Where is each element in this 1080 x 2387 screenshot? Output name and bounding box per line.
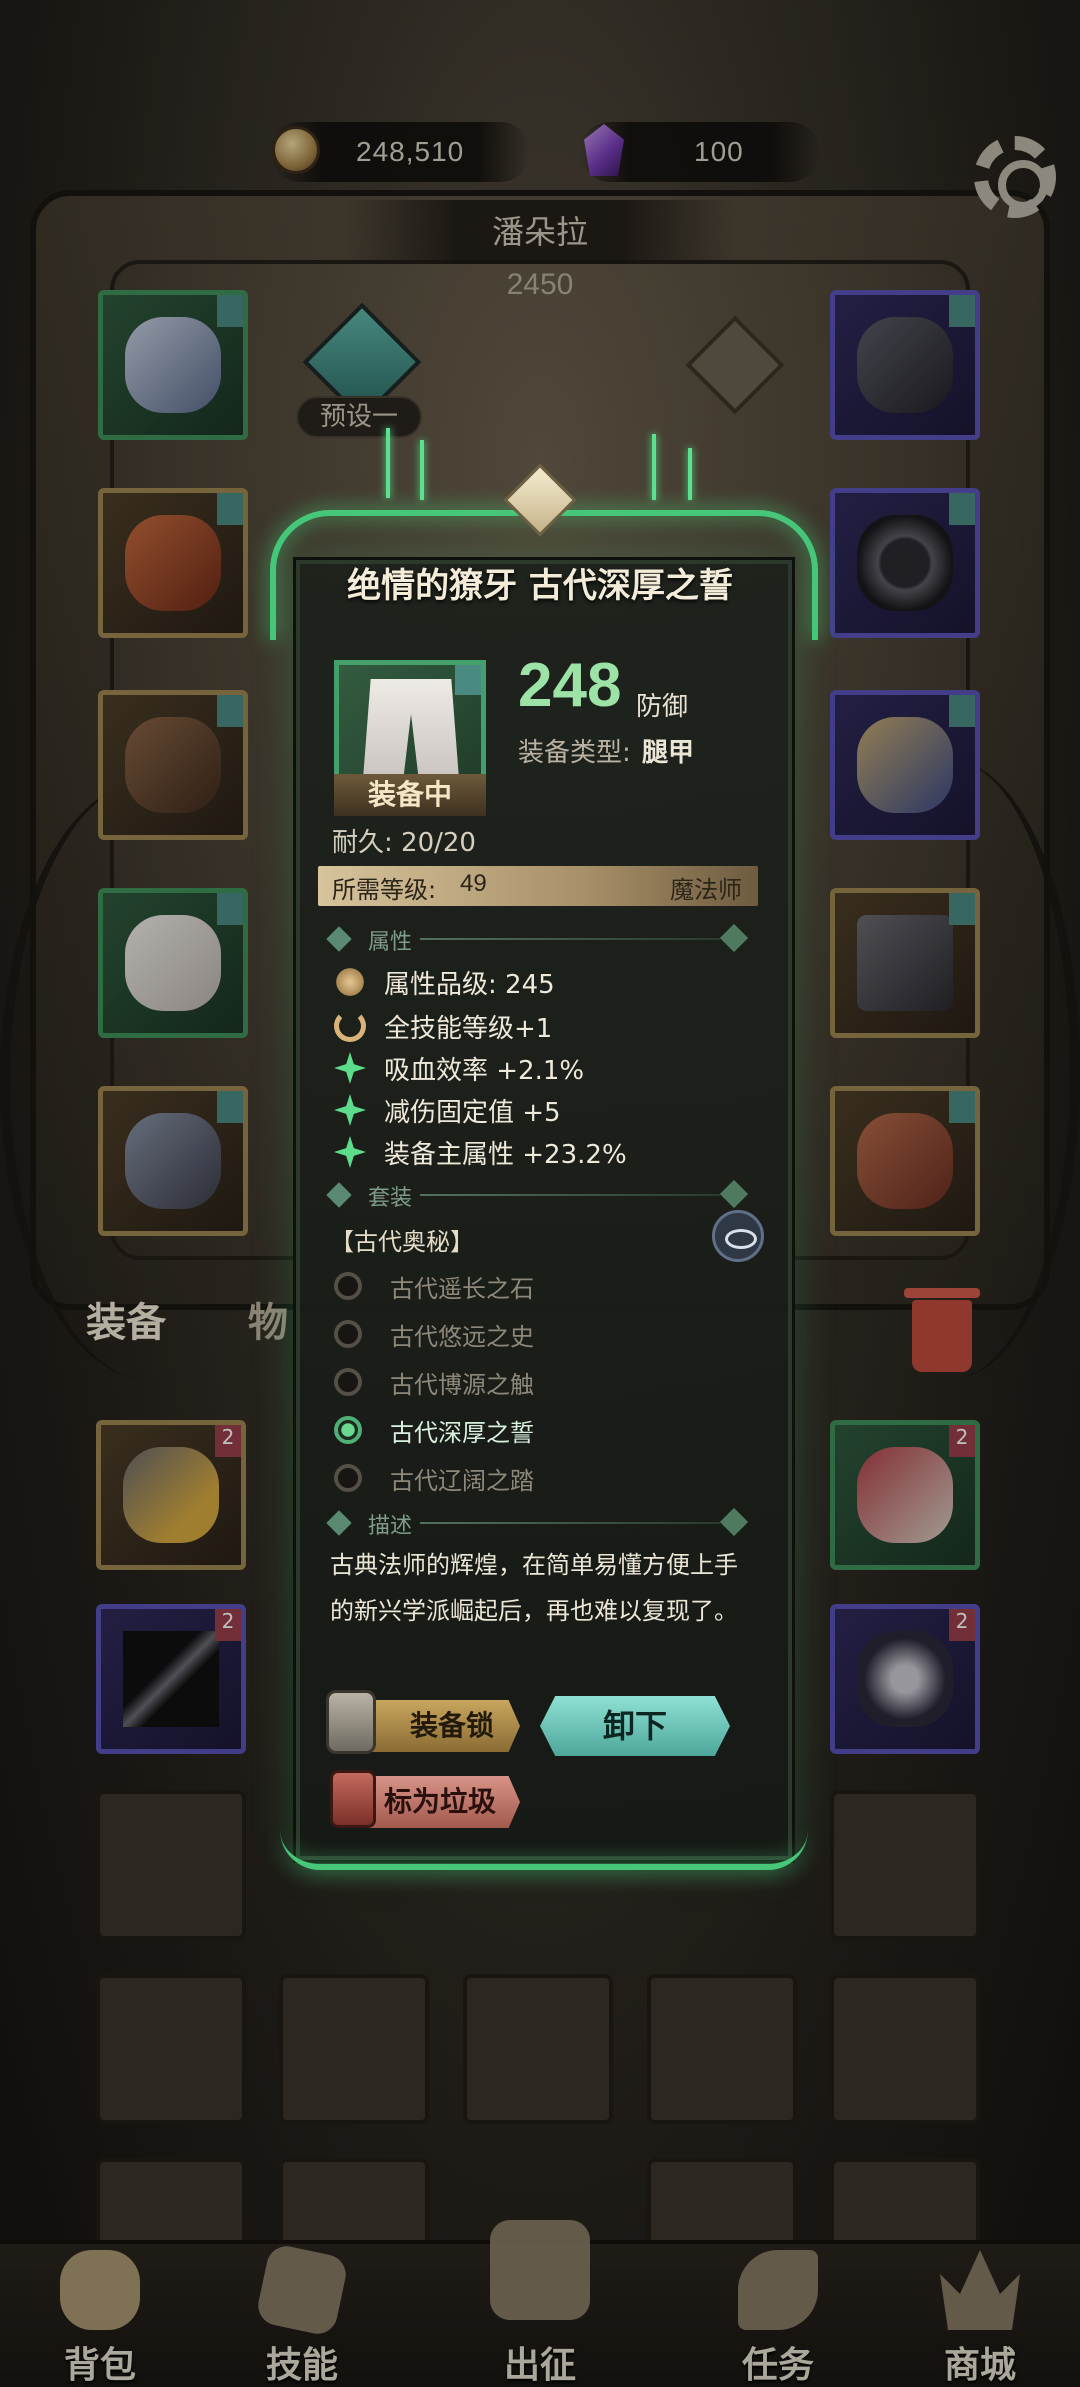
set-piece: 古代博源之触 (334, 1362, 534, 1402)
set-piece-name: 古代遥长之石 (390, 1274, 534, 1303)
section-title: 属性 (368, 930, 413, 955)
attribute-row: 减伤固定值 +5 (334, 1090, 561, 1130)
eye-icon[interactable] (712, 1210, 764, 1262)
defense-unit: 防御 (636, 692, 689, 722)
set-piece: 古代悠远之史 (334, 1314, 534, 1354)
unequip-button[interactable]: 卸下 (540, 1696, 730, 1756)
equip-type-label: 装备类型: (518, 738, 631, 768)
diamond-icon (719, 1179, 749, 1209)
diamond-icon (719, 1507, 749, 1537)
diamond-icon (326, 1510, 352, 1536)
glow-spike (386, 428, 390, 498)
section-attributes: 属性 (326, 923, 750, 955)
item-description: 古典法师的辉煌，在简单易懂方便上手的新兴学派崛起后，再也难以复现了。 (330, 1551, 738, 1625)
section-description: 描述 (326, 1507, 750, 1539)
slot-tag (455, 665, 481, 695)
white-pants-icon (363, 679, 459, 779)
equip-type-value: 腿甲 (642, 738, 695, 768)
attribute-text: 吸血效率 +2.1% (384, 1055, 585, 1086)
glow-spike (688, 448, 692, 500)
sparkle-icon (334, 1094, 366, 1126)
radio-dot (334, 1464, 362, 1492)
sparkle-icon (334, 1052, 366, 1084)
lock-icon (326, 1690, 376, 1754)
attribute-text: 全技能等级+1 (384, 1013, 553, 1044)
section-title: 套装 (368, 1186, 413, 1211)
set-piece-active: 古代深厚之誓 (334, 1410, 534, 1450)
required-class: 魔法师 (670, 876, 742, 904)
set-piece-name: 古代悠远之史 (390, 1322, 534, 1351)
set-piece: 古代遥长之石 (334, 1266, 534, 1306)
divider (420, 1194, 720, 1196)
radio-dot-active (334, 1416, 362, 1444)
section-title: 描述 (368, 1514, 413, 1539)
radio-dot (334, 1272, 362, 1300)
divider (420, 1522, 720, 1524)
lotus-icon (334, 966, 366, 998)
glow-spike (420, 440, 424, 500)
glow-spike (652, 434, 656, 500)
section-set: 套装 (326, 1179, 750, 1211)
diamond-icon (326, 1182, 352, 1208)
set-piece-name: 古代博源之触 (390, 1370, 534, 1399)
set-piece: 古代辽阔之踏 (334, 1458, 534, 1498)
item-title: 绝情的獠牙 古代深厚之誓 (347, 566, 733, 606)
defense-value: 248 (518, 651, 622, 720)
attribute-row: 全技能等级+1 (334, 1006, 552, 1046)
set-piece-name: 古代深厚之誓 (390, 1418, 534, 1447)
diamond-icon (719, 923, 749, 953)
equipped-badge: 装备中 (334, 774, 486, 816)
durability: 耐久: 20/20 (332, 828, 476, 858)
cycle-icon (334, 1010, 366, 1042)
sparkle-icon (334, 1136, 366, 1168)
trash-lantern-icon (330, 1770, 376, 1828)
attribute-text: 属性品级: 245 (384, 969, 555, 1000)
radio-dot (334, 1368, 362, 1396)
required-level-label: 所需等级: (332, 876, 437, 904)
required-level-value: 49 (460, 870, 487, 897)
set-name: 【古代奥秘】 (330, 1228, 474, 1256)
attribute-text: 装备主属性 +23.2% (384, 1139, 627, 1170)
diamond-icon (326, 926, 352, 952)
set-piece-name: 古代辽阔之踏 (390, 1466, 534, 1495)
attribute-row: 属性品级: 245 (334, 962, 555, 1002)
attribute-row: 吸血效率 +2.1% (334, 1048, 584, 1088)
divider (420, 938, 720, 940)
attribute-row: 装备主属性 +23.2% (334, 1132, 627, 1172)
radio-dot (334, 1320, 362, 1348)
attribute-text: 减伤固定值 +5 (384, 1097, 561, 1128)
